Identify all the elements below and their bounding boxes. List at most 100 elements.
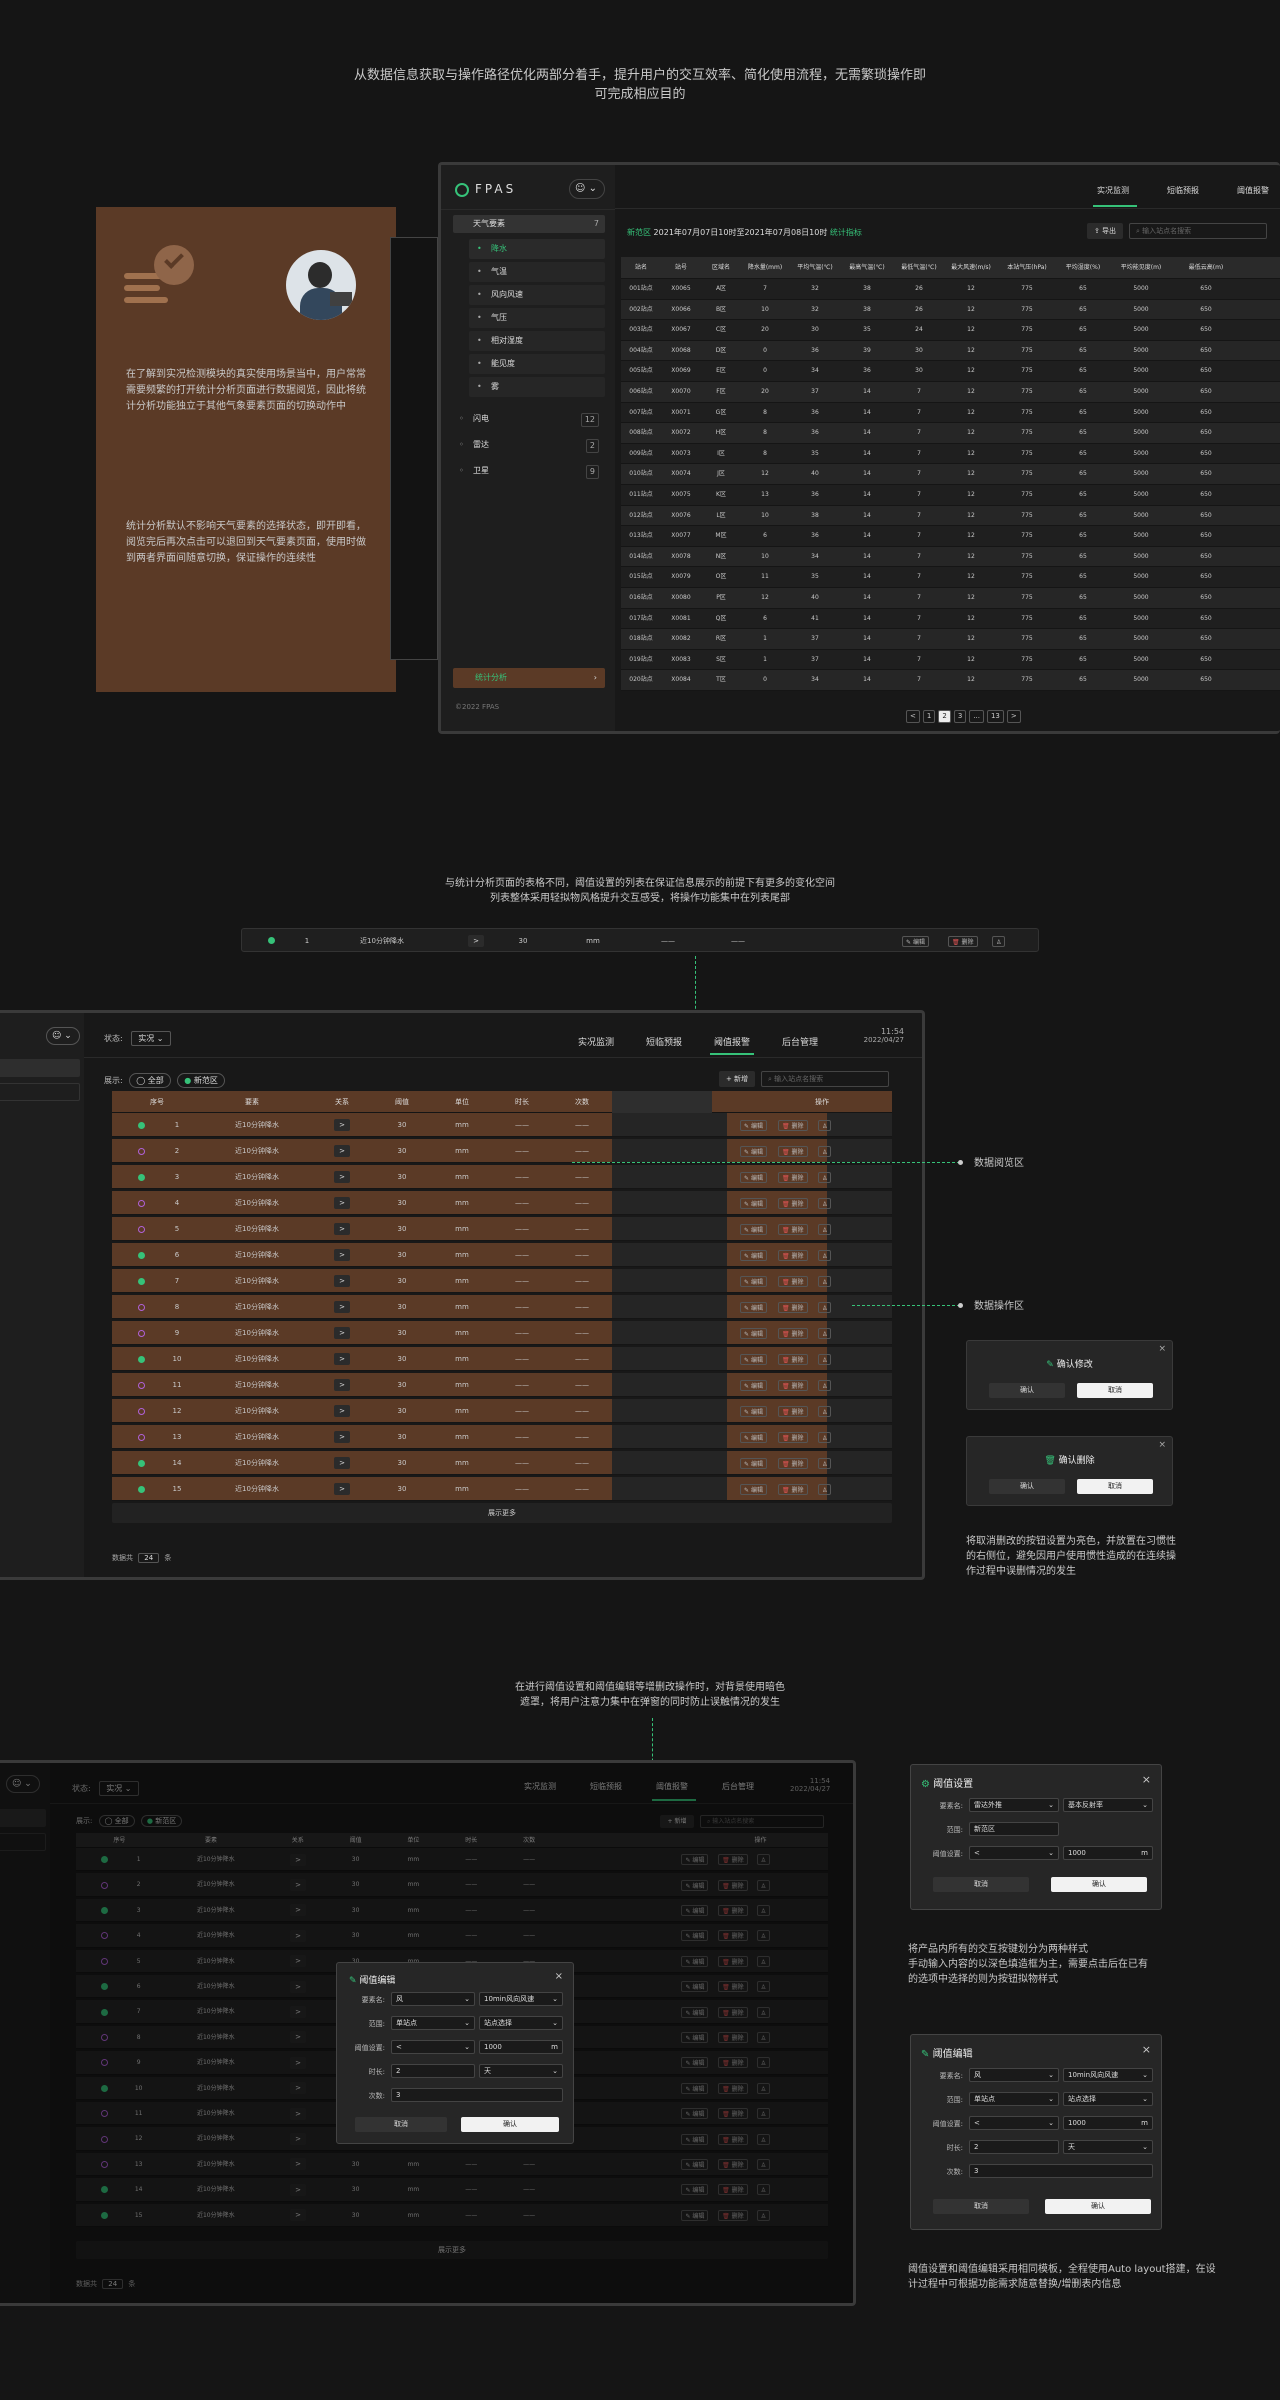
- table-row[interactable]: 2 近10分钟降水 >30 mm —— —— ✎ 编辑 🗑 删除 ♙: [112, 1139, 892, 1163]
- times-input[interactable]: 3: [969, 2164, 1153, 2178]
- delete-button[interactable]: 🗑 删除: [778, 1223, 808, 1235]
- duration-unit-select[interactable]: 天 ⌄: [479, 2064, 563, 2078]
- modal-cancel-button[interactable]: 取消: [933, 2199, 1029, 2214]
- table-row[interactable]: 019站点 X0083 S区 1 37 14 7 12 775 65 5000 650: [621, 649, 1280, 671]
- element-select[interactable]: 风 ⌄: [969, 2068, 1059, 2082]
- close-icon[interactable]: ×: [555, 1971, 563, 1982]
- duration-unit-select[interactable]: 天 ⌄: [1063, 2140, 1153, 2154]
- station-select[interactable]: 站点选择 ⌄: [1063, 2092, 1153, 2106]
- element-select[interactable]: 雷达外推 ⌄: [969, 1798, 1059, 1812]
- chip-all[interactable]: ◯ 全部: [129, 1073, 171, 1088]
- operator-select[interactable]: < ⌄: [969, 1846, 1059, 1860]
- element-sub-select[interactable]: 10min风向风速 ⌄: [479, 1992, 563, 2006]
- table-row[interactable]: 006站点 X0070 F区 20 37 14 7 12 775 65 5000 650: [621, 382, 1280, 403]
- station-select[interactable]: 站点选择 ⌄: [479, 2016, 563, 2030]
- edit-button[interactable]: ✎ 编辑: [740, 1171, 767, 1183]
- delete-button[interactable]: 🗑 删除: [778, 1197, 808, 1209]
- sidebar-group-weather[interactable]: 天气要素 7: [453, 215, 605, 233]
- edit-button[interactable]: ✎ 编辑: [740, 1483, 767, 1495]
- sidebar-item-5[interactable]: • 能见度: [469, 354, 605, 374]
- table-row[interactable]: 014站点 X0078 N区 10 34 14 7 12 775 65 5000 650: [621, 546, 1280, 568]
- subscribe-icon[interactable]: ♙: [818, 1353, 832, 1365]
- edit-button[interactable]: ✎ 编辑: [740, 1249, 767, 1261]
- delete-button[interactable]: 🗑 删除: [778, 1249, 808, 1261]
- row-relation[interactable]: >: [334, 1353, 350, 1365]
- table-row[interactable]: 8 近10分钟降水 >30 mm —— —— ✎ 编辑 🗑 删除 ♙: [112, 1295, 892, 1319]
- tab-0[interactable]: 实况监测: [1097, 185, 1129, 196]
- table-row[interactable]: 010站点 X0074 J区 12 40 14 7 12 775 65 5000 650: [621, 464, 1280, 485]
- operator-select[interactable]: < ⌄: [391, 2040, 475, 2054]
- table-row[interactable]: 003站点 X0067 C区 20 30 35 24 12 775 65 5000 650: [621, 320, 1280, 341]
- subscribe-icon[interactable]: ♙: [818, 1483, 832, 1495]
- delete-button[interactable]: 🗑 删除: [778, 1457, 808, 1469]
- duration-input[interactable]: 2: [969, 2140, 1059, 2154]
- subscribe-icon[interactable]: ♙: [818, 1405, 832, 1417]
- sidebar-item-active[interactable]: [0, 1059, 80, 1077]
- stats-analysis-button[interactable]: 统计分析 ›: [453, 668, 605, 688]
- delete-button[interactable]: 🗑 删除: [778, 1431, 808, 1443]
- table-row[interactable]: 1 近10分钟降水 >30 mm —— —— ✎ 编辑 🗑 删除 ♙: [112, 1113, 892, 1137]
- element-select[interactable]: 风 ⌄: [391, 1992, 475, 2006]
- row-relation[interactable]: >: [334, 1197, 350, 1209]
- sidebar-item-0[interactable]: • 降水: [469, 239, 605, 259]
- table-row[interactable]: 3 近10分钟降水 >30 mm —— —— ✎ 编辑 🗑 删除 ♙: [112, 1165, 892, 1189]
- subscribe-icon[interactable]: ♙: [818, 1145, 832, 1157]
- tab-1[interactable]: 短临预报: [1167, 185, 1199, 196]
- edit-button[interactable]: ✎ 编辑: [740, 1457, 767, 1469]
- row-relation[interactable]: >: [334, 1171, 350, 1183]
- filter-tag[interactable]: 统计指标: [830, 228, 862, 237]
- table-row[interactable]: 002站点 X0066 B区 10 32 38 26 12 775 65 5000 650: [621, 299, 1280, 321]
- sidebar-item-2[interactable]: • 风向风速: [469, 285, 605, 305]
- table-row[interactable]: 004站点 X0068 D区 0 36 39 30 12 775 65 5000 650: [621, 340, 1280, 362]
- delete-button[interactable]: 🗑 删除: [778, 1275, 808, 1287]
- subscribe-icon[interactable]: ♙: [818, 1431, 832, 1443]
- confirm-delete-ok-button[interactable]: 确认: [989, 1479, 1065, 1494]
- subscribe-icon[interactable]: ♙: [818, 1223, 832, 1235]
- app2-tab-3[interactable]: 后台管理: [782, 1035, 818, 1048]
- duration-input[interactable]: 2: [391, 2064, 475, 2078]
- table-row[interactable]: 016站点 X0080 P区 12 40 14 7 12 775 65 5000 650: [621, 588, 1280, 609]
- chip-area[interactable]: ● 新范区: [177, 1073, 225, 1088]
- delete-button[interactable]: 🗑 删除: [778, 1301, 808, 1313]
- delete-button[interactable]: 🗑 删除: [778, 1353, 808, 1365]
- edit-button[interactable]: ✎ 编辑: [740, 1379, 767, 1391]
- modal-confirm-button[interactable]: 确认: [1045, 2199, 1151, 2214]
- delete-button[interactable]: 🗑 删除: [778, 1405, 808, 1417]
- table-row[interactable]: 011站点 X0075 K区 13 36 14 7 12 775 65 5000 650: [621, 485, 1280, 506]
- single-row-sample[interactable]: 1 近10分钟降水 > 30 mm —— —— ✎ 编辑 🗑 删除 ♙: [241, 928, 1039, 952]
- row-relation[interactable]: >: [334, 1457, 350, 1469]
- table-row[interactable]: 017站点 X0081 Q区 6 41 14 7 12 775 65 5000 650: [621, 608, 1280, 630]
- close-icon[interactable]: ×: [1158, 1440, 1166, 1450]
- table-row[interactable]: 12 近10分钟降水 >30 mm —— —— ✎ 编辑 🗑 删除 ♙: [112, 1399, 892, 1423]
- page-button[interactable]: <: [906, 710, 920, 723]
- modal-cancel-button[interactable]: 取消: [355, 2117, 447, 2132]
- table-row[interactable]: 015站点 X0079 O区 11 35 14 7 12 775 65 5000 650: [621, 567, 1280, 588]
- confirm-edit-cancel-button[interactable]: 取消: [1077, 1383, 1153, 1398]
- subscribe-icon[interactable]: ♙: [818, 1275, 832, 1287]
- delete-button[interactable]: 🗑 删除: [778, 1379, 808, 1391]
- edit-button[interactable]: ✎ 编辑: [740, 1405, 767, 1417]
- account-menu[interactable]: ☺ ⌄: [46, 1027, 80, 1045]
- range-select[interactable]: 单站点 ⌄: [969, 2092, 1059, 2106]
- app2-tab-2[interactable]: 阈值报警: [714, 1035, 750, 1048]
- delete-button[interactable]: 🗑 删除: [778, 1327, 808, 1339]
- table-row[interactable]: 020站点 X0084 T区 0 34 14 7 12 775 65 5000 650: [621, 670, 1280, 691]
- row-relation[interactable]: >: [334, 1223, 350, 1235]
- subscribe-icon[interactable]: ♙: [818, 1171, 832, 1183]
- threshold-input[interactable]: 1000 m: [1063, 2116, 1153, 2130]
- threshold-input[interactable]: 1000 m: [479, 2040, 563, 2054]
- subscribe-icon[interactable]: ♙: [818, 1457, 832, 1469]
- row-relation[interactable]: >: [334, 1249, 350, 1261]
- row-relation[interactable]: >: [334, 1327, 350, 1339]
- delete-button[interactable]: 🗑 删除: [778, 1171, 808, 1183]
- subscribe-icon[interactable]: ♙: [818, 1301, 832, 1313]
- delete-button[interactable]: 🗑 删除: [948, 936, 978, 947]
- search-input[interactable]: ⌕ 输入站点名搜索: [761, 1071, 889, 1087]
- sidebar-group-2[interactable]: ◦ 卫星 9: [451, 461, 605, 481]
- edit-button[interactable]: ✎ 编辑: [740, 1327, 767, 1339]
- filter-time-range[interactable]: 2021年07月07日10时至2021年07月08日10时: [654, 228, 828, 237]
- page-button[interactable]: ...: [969, 710, 984, 723]
- edit-button[interactable]: ✎ 编辑: [740, 1119, 767, 1131]
- table-row[interactable]: 012站点 X0076 L区 10 38 14 7 12 775 65 5000 650: [621, 505, 1280, 527]
- range-select[interactable]: 单站点 ⌄: [391, 2016, 475, 2030]
